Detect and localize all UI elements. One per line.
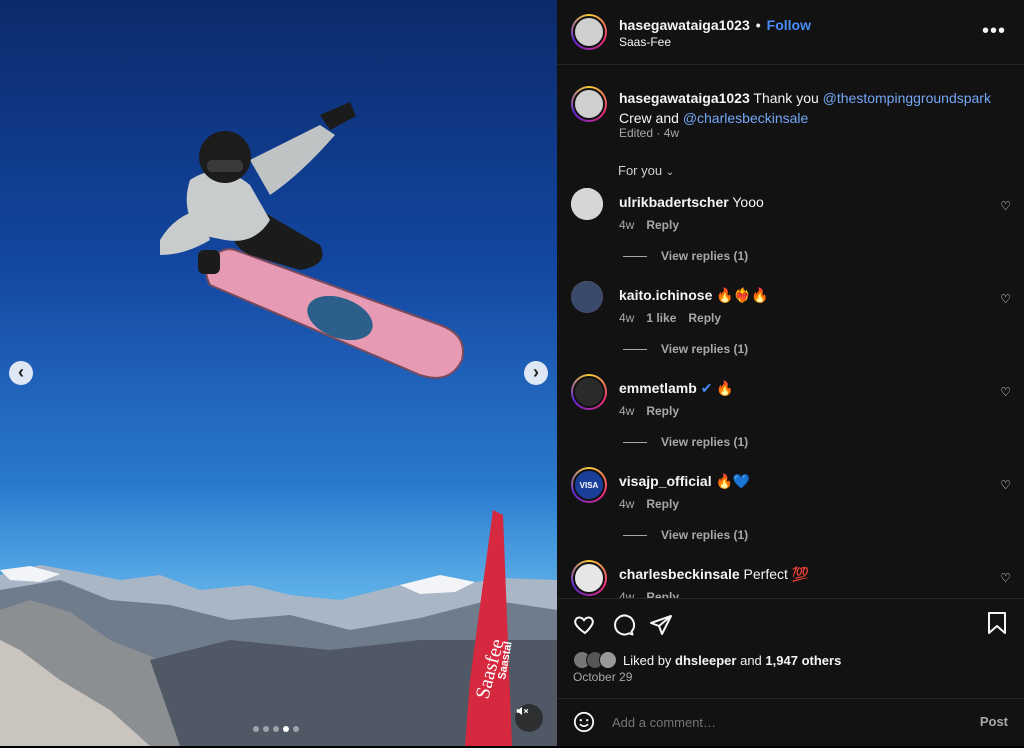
speaker-muted-icon [516, 706, 529, 716]
post-header: hasegawataiga1023 • Follow Saas-Fee ••• [557, 0, 1024, 65]
comment-time: 4w [619, 311, 635, 325]
reply-button[interactable]: Reply [688, 311, 721, 325]
comment-like-icon[interactable]: ♡ [1000, 478, 1011, 492]
visa-logo-icon: VISA [573, 469, 605, 501]
comment-like-icon[interactable]: ♡ [1000, 199, 1011, 213]
comment-username[interactable]: ulrikbadertscher [619, 194, 729, 210]
add-comment-input[interactable] [610, 714, 914, 731]
mention-link[interactable]: @charlesbeckinsale [683, 110, 809, 126]
comment-username[interactable]: charlesbeckinsale [619, 566, 740, 582]
reply-button[interactable]: Reply [646, 218, 679, 232]
comment-text: 🔥❤️‍🔥🔥 [716, 287, 769, 303]
likes-count[interactable]: 1,947 others [765, 653, 841, 668]
commenter-avatar[interactable] [571, 374, 607, 410]
reply-button[interactable]: Reply [646, 590, 679, 598]
comment-username[interactable]: kaito.ichinose [619, 287, 712, 303]
snowboarder [160, 102, 356, 274]
comment-username[interactable]: emmetlamb [619, 380, 697, 396]
comment-like-icon[interactable]: ♡ [1000, 385, 1011, 399]
view-replies-button[interactable]: View replies (1) [623, 249, 748, 263]
snowboard-photo: Saasfee Saastal [0, 102, 557, 746]
post-date: October 29 [573, 670, 633, 684]
chevron-down-icon: ⌄ [665, 167, 675, 178]
comment-item: ulrikbadertscher Yooo 4w Reply View repli… [571, 188, 1011, 268]
comment-text: Perfect 💯 [743, 566, 810, 582]
liker-username[interactable]: dhsleeper [675, 653, 736, 668]
view-replies-button[interactable]: View replies (1) [623, 528, 748, 542]
comment-filter-dropdown[interactable]: For you ⌄ [618, 163, 674, 178]
comment-item: charlesbeckinsale Perfect 💯 4w Reply ♡ [571, 560, 1011, 598]
liker-avatars [573, 651, 617, 669]
more-options-icon[interactable]: ••• [982, 20, 1006, 43]
comment-time: 4w [619, 497, 635, 511]
reply-button[interactable]: Reply [646, 497, 679, 511]
slide-dot[interactable] [293, 726, 299, 732]
comment-likes[interactable]: 1 like [646, 311, 676, 325]
comment-time: 4w [619, 404, 635, 418]
share-icon[interactable] [649, 613, 673, 637]
slide-dot[interactable] [253, 726, 259, 732]
comment-like-icon[interactable]: ♡ [1000, 571, 1011, 585]
post-actions: Liked by dhsleeper and 1,947 others Octo… [557, 598, 1024, 747]
commenter-avatar[interactable]: VISA [571, 467, 607, 503]
emoji-icon[interactable] [573, 711, 595, 733]
comment-text: Yooo [732, 194, 764, 210]
add-comment-bar: Post [557, 698, 1024, 748]
comment-item: kaito.ichinose 🔥❤️‍🔥🔥 4w 1 like Reply View… [571, 281, 1011, 361]
commenter-avatar[interactable] [571, 281, 603, 313]
commenter-avatar[interactable] [571, 560, 607, 596]
slide-dot[interactable] [263, 726, 269, 732]
comment-item: VISA visajp_official 🔥💙 4w Reply View rep… [571, 467, 1011, 547]
heart-icon[interactable] [573, 613, 597, 637]
comment-time: 4w [619, 218, 635, 232]
author-avatar[interactable] [571, 14, 607, 50]
view-replies-button[interactable]: View replies (1) [623, 435, 748, 449]
caption-username[interactable]: hasegawataiga1023 [619, 90, 750, 106]
mute-button[interactable] [515, 704, 543, 732]
post-details-panel: hasegawataiga1023 • Follow Saas-Fee ••• ha… [557, 0, 1024, 746]
caption-text: Crew and [619, 110, 679, 126]
comment-time: 4w [619, 590, 635, 598]
caption-meta: Edited · 4w [619, 126, 680, 140]
view-replies-button[interactable]: View replies (1) [623, 342, 748, 356]
slide-dot[interactable] [273, 726, 279, 732]
caption-avatar[interactable] [571, 86, 607, 122]
likes-summary[interactable]: Liked by dhsleeper and 1,947 others [573, 651, 841, 669]
comment-like-icon[interactable]: ♡ [1000, 292, 1011, 306]
comment-username[interactable]: visajp_official [619, 473, 712, 489]
previous-slide-button[interactable]: ‹ [9, 361, 33, 385]
post-media: Saasfee Saastal ‹ › [0, 0, 557, 746]
mention-link[interactable]: @thestompinggroundspark [823, 90, 991, 106]
caption-text: Thank you [753, 90, 819, 106]
slide-indicator [253, 726, 299, 732]
comment-text: 🔥 [716, 380, 734, 396]
post-comment-button[interactable]: Post [980, 714, 1008, 729]
comment-icon[interactable] [611, 613, 635, 637]
author-username[interactable]: hasegawataiga1023 [619, 17, 750, 33]
location-link[interactable]: Saas-Fee [619, 35, 671, 49]
verified-badge-icon: ✔ [700, 380, 713, 396]
snowboard [205, 248, 464, 379]
slide-dot-active[interactable] [283, 726, 289, 732]
next-slide-button[interactable]: › [524, 361, 548, 385]
bookmark-icon[interactable] [986, 611, 1008, 635]
commenter-avatar[interactable] [571, 188, 603, 220]
comment-text: 🔥💙 [715, 473, 751, 489]
follow-button[interactable]: Follow [767, 17, 811, 33]
comment-item: emmetlamb ✔ 🔥 4w Reply View replies (1) ♡ [571, 374, 1011, 454]
reply-button[interactable]: Reply [646, 404, 679, 418]
